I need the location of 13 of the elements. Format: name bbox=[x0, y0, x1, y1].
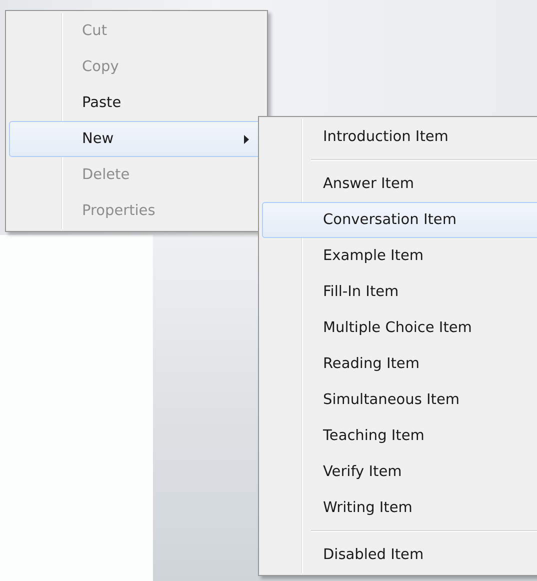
menu-item[interactable]: Example Item bbox=[262, 238, 537, 274]
menu-item[interactable]: Writing Item bbox=[262, 490, 537, 526]
menu-item[interactable]: Verify Item bbox=[262, 454, 537, 490]
menu-item[interactable]: Teaching Item bbox=[262, 418, 537, 454]
menu-item[interactable]: Introduction Item bbox=[262, 119, 537, 155]
menu-item[interactable]: Reading Item bbox=[262, 346, 537, 382]
menu-item[interactable]: Answer Item bbox=[262, 166, 537, 202]
menu-item[interactable]: Simultaneous Item bbox=[262, 382, 537, 418]
menu-item[interactable]: Conversation Item bbox=[262, 202, 537, 238]
menu-item[interactable]: Paste bbox=[9, 85, 264, 121]
menu-item[interactable]: Fill-In Item bbox=[262, 274, 537, 310]
menu-item[interactable]: Multiple Choice Item bbox=[262, 310, 537, 346]
menu-item[interactable]: Disabled Item bbox=[262, 537, 537, 573]
